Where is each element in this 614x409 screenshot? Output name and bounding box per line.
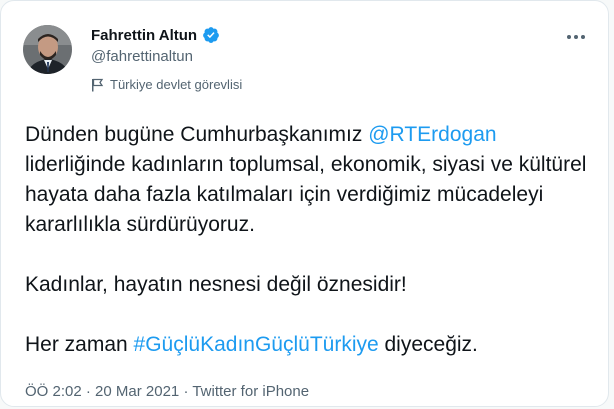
mention-link[interactable]: @RTErdogan — [368, 123, 496, 146]
separator: · — [179, 383, 193, 400]
separator: · — [81, 383, 96, 400]
verified-badge-icon — [203, 27, 219, 43]
more-options-icon[interactable] — [563, 27, 589, 47]
tweet-text-segment: Dünden bugüne Cumhurbaşkanımız — [25, 123, 369, 146]
avatar[interactable] — [23, 25, 72, 74]
tweet-card: Fahrettin Altun @fahrettinaltun Türkiye … — [0, 0, 609, 407]
hashtag-link[interactable]: #GüçlüKadınGüçlüTürkiye — [134, 333, 379, 356]
tweet-paragraph-2: Kadınlar, hayatın nesnesi değil öznesidi… — [25, 273, 407, 296]
tweet-date[interactable]: 20 Mar 2021 — [95, 383, 179, 400]
author-handle[interactable]: @fahrettinaltun — [91, 48, 193, 65]
tweet-source[interactable]: Twitter for iPhone — [192, 383, 309, 400]
tweet-time[interactable]: ÖÖ 2:02 — [25, 383, 82, 400]
government-label[interactable]: Türkiye devlet görevlisi — [91, 77, 242, 92]
tweet-metadata: ÖÖ 2:02 · 20 Mar 2021 · Twitter for iPho… — [25, 383, 309, 400]
author-display-name[interactable]: Fahrettin Altun — [91, 27, 197, 44]
tweet-paragraph-3: Her zaman #GüçlüKadınGüçlüTürkiye diyece… — [25, 330, 595, 360]
tweet-text-segment: liderliğinde kadınların toplumsal, ekono… — [25, 153, 587, 236]
tweet-paragraph-1: Dünden bugüne Cumhurbaşkanımız @RTErdoga… — [25, 120, 595, 240]
tweet-text-segment: Her zaman — [25, 333, 134, 356]
label-text: Türkiye devlet görevlisi — [110, 77, 243, 92]
tweet-text-segment: diyeceğiz. — [378, 333, 478, 356]
flag-icon — [92, 78, 104, 91]
tweet-text: Dünden bugüne Cumhurbaşkanımız @RTErdoga… — [25, 120, 595, 360]
